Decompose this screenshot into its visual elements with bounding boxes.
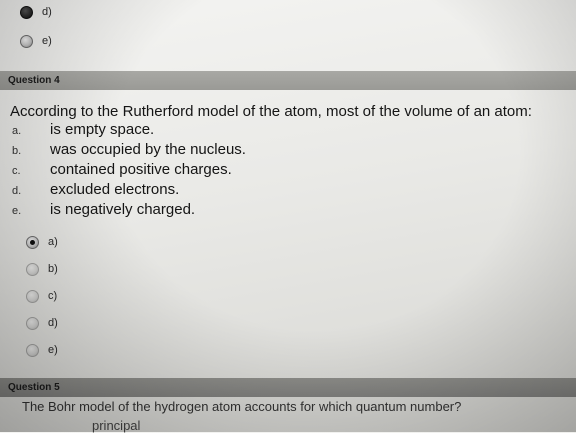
q4-option-d[interactable]: d) <box>26 313 58 333</box>
option-label: d) <box>48 317 58 329</box>
question-5-title: Question 5 <box>8 382 60 393</box>
question-5-text: The Bohr model of the hydrogen atom acco… <box>22 399 462 414</box>
prev-option-e[interactable]: e) <box>20 31 52 51</box>
answer-item: b. was occupied by the nucleus. <box>12 141 532 161</box>
q4-option-e[interactable]: e) <box>26 340 58 360</box>
answer-letter: d. <box>12 185 22 197</box>
answer-letter: e. <box>12 205 22 217</box>
question-5-partial-option: principal <box>92 418 141 433</box>
answer-text: excluded electrons. <box>50 181 180 198</box>
radio-button[interactable] <box>26 262 39 276</box>
option-label: e) <box>48 344 58 356</box>
question-4-header: Question 4 <box>0 71 576 90</box>
answer-text: was occupied by the nucleus. <box>50 141 246 158</box>
question-4-title: Question 4 <box>8 75 60 86</box>
option-label: a) <box>48 236 58 248</box>
answer-item: e. is negatively charged. <box>12 201 532 221</box>
q4-option-a[interactable]: a) <box>26 232 58 252</box>
answer-letter: a. <box>12 125 22 137</box>
question-4-text: According to the Rutherford model of the… <box>10 103 532 120</box>
answer-text: is negatively charged. <box>50 201 196 218</box>
q4-option-c[interactable]: c) <box>26 286 57 306</box>
radio-button-selected[interactable] <box>26 235 39 249</box>
answer-letter: b. <box>12 145 22 157</box>
prev-option-d[interactable]: d) <box>20 2 52 22</box>
answer-text: is empty space. <box>50 121 155 138</box>
question-5-header: Question 5 <box>0 378 576 397</box>
answer-list: a. is empty space. b. was occupied by th… <box>12 121 532 221</box>
answer-item: a. is empty space. <box>12 121 532 141</box>
q4-option-b[interactable]: b) <box>26 259 58 279</box>
radio-button[interactable] <box>26 343 39 357</box>
option-label: c) <box>48 290 58 302</box>
option-label: b) <box>48 263 58 275</box>
radio-button[interactable] <box>20 34 33 48</box>
answer-letter: c. <box>12 165 21 177</box>
answer-item: d. excluded electrons. <box>12 181 532 201</box>
answer-item: c. contained positive charges. <box>12 161 532 181</box>
option-label: e) <box>42 35 52 47</box>
radio-button[interactable] <box>20 5 33 19</box>
radio-button[interactable] <box>26 289 39 303</box>
answer-text: contained positive charges. <box>50 161 232 178</box>
radio-button[interactable] <box>26 316 39 330</box>
option-label: d) <box>42 6 52 18</box>
